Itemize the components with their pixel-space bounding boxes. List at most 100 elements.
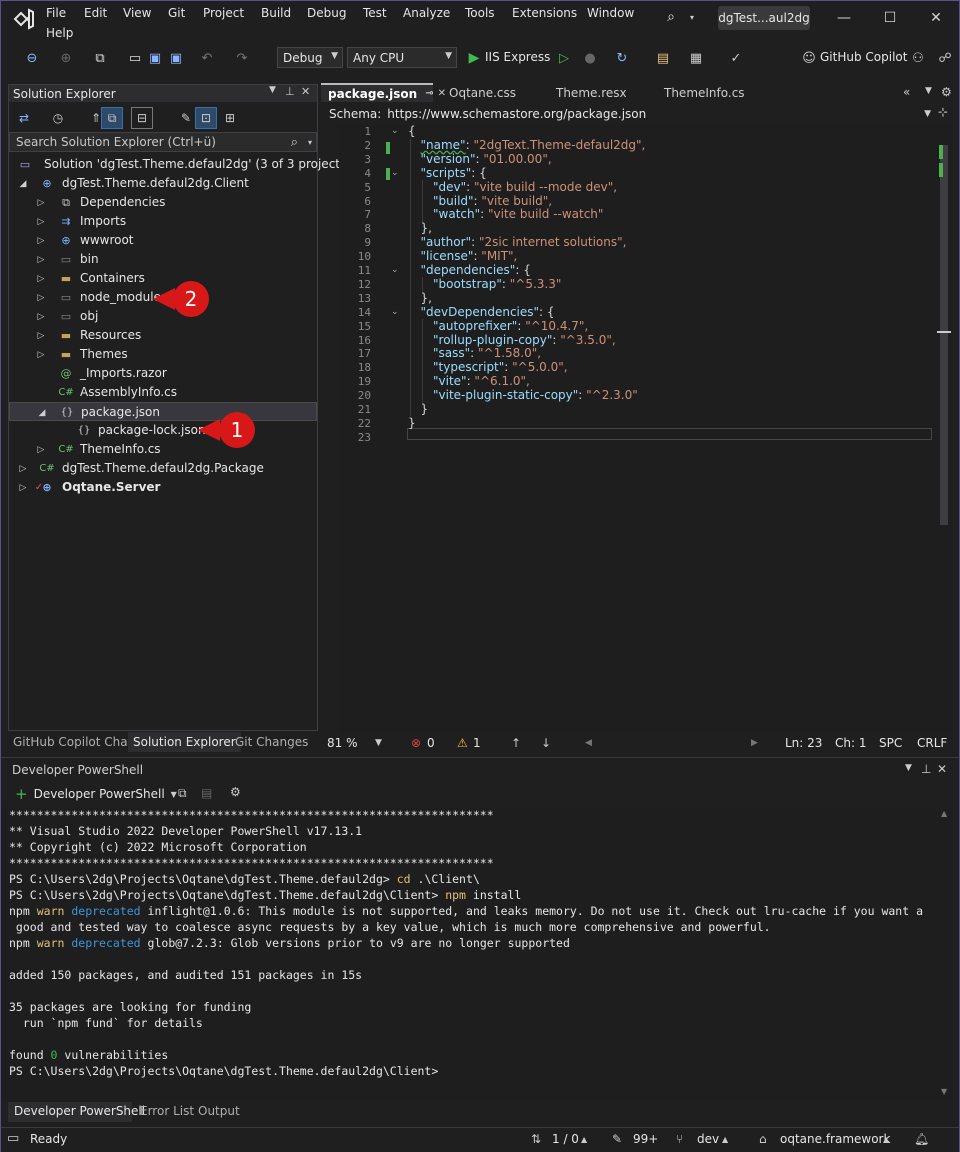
tab-developer-powershell[interactable]: Developer PowerShell <box>14 1104 145 1118</box>
collapse-icon[interactable]: ▷ <box>36 212 46 231</box>
chevron-down-icon[interactable]: ▾ <box>687 9 697 25</box>
whitespace-mode[interactable]: SPC <box>879 736 902 750</box>
menu-view[interactable]: View <box>123 6 151 20</box>
warning-icon[interactable]: ⚠ <box>457 736 468 750</box>
chevron-down-icon[interactable]: ▼ <box>905 763 912 773</box>
spellcheck-icon[interactable]: ✓ <box>727 49 745 67</box>
collapse-icon[interactable]: ▷ <box>36 326 46 345</box>
chevron-down-icon[interactable]: ▼ <box>924 109 931 119</box>
line-number[interactable]: Ln: 23 <box>785 736 822 750</box>
menu-analyze[interactable]: Analyze <box>403 6 450 20</box>
close-icon[interactable]: ✕ <box>301 85 310 98</box>
collapse-icon[interactable]: ▷ <box>36 345 46 364</box>
tab-package-json[interactable]: package.json ⊸ ✕ <box>321 83 446 102</box>
pin-icon[interactable]: ⊥ <box>921 762 931 776</box>
filter-icon[interactable]: ⊟ <box>131 107 153 129</box>
chevron-up-icon[interactable]: ▲ <box>581 1135 587 1144</box>
menu-tools[interactable]: Tools <box>465 6 495 20</box>
arrow-down-icon[interactable]: ↓ <box>541 736 551 750</box>
tree-item-containers[interactable]: ▷ ▬ Containers <box>9 269 317 288</box>
feedback-icon[interactable]: ☍ <box>936 49 954 67</box>
tab-oqtane-css[interactable]: Oqtane.css <box>442 83 516 102</box>
open-icon[interactable]: ▭ <box>126 49 144 67</box>
tree-server-project[interactable]: ▷ ✓ ⊕ Oqtane.Server <box>9 478 317 497</box>
fold-icon[interactable]: ⌄ <box>391 167 399 181</box>
tree-item-wwwroot[interactable]: ▷ ⊕ wwwroot <box>9 231 317 250</box>
tree-item-package-lock-json[interactable]: {} package-lock.json <box>9 421 317 440</box>
close-icon[interactable]: ✕ <box>937 762 947 776</box>
refresh-icon[interactable]: ↻ <box>613 49 631 67</box>
settings-icon[interactable]: ⚙ <box>230 785 241 799</box>
commit-count[interactable]: 1 / 0 <box>552 1132 579 1146</box>
fold-icon[interactable]: ⌄ <box>391 264 399 278</box>
pencil-icon[interactable]: ✎ <box>612 1132 622 1146</box>
menu-project[interactable]: Project <box>203 6 244 20</box>
tab-theme-resx[interactable]: Theme.resx <box>549 83 627 102</box>
save-all-icon[interactable]: ▣ <box>167 49 185 67</box>
menu-extensions[interactable]: Extensions <box>512 6 577 20</box>
notification-icon[interactable]: ▭ <box>7 1131 19 1146</box>
hot-reload-icon[interactable]: ● <box>581 49 599 67</box>
menu-build[interactable]: Build <box>261 6 291 20</box>
platform-dropdown[interactable]: Any CPU ▼ <box>347 47 457 68</box>
pending-changes[interactable]: 99+ <box>633 1132 658 1146</box>
diagram-icon[interactable]: ⊞ <box>221 109 239 127</box>
repository-name[interactable]: oqtane.framework <box>780 1132 890 1146</box>
collapse-icon[interactable]: ▷ <box>18 478 28 497</box>
solution-name-badge[interactable]: dgTest...aul2dg <box>718 6 810 30</box>
line-ending[interactable]: CRLF <box>917 736 947 750</box>
tab-themeinfo-cs[interactable]: ThemeInfo.cs <box>657 83 745 102</box>
chevron-down-icon[interactable]: ▼ <box>375 738 382 748</box>
collapse-icon[interactable]: ▷ <box>36 288 46 307</box>
tree-item-themeinfo[interactable]: ▷ C# ThemeInfo.cs <box>9 440 317 459</box>
warning-count[interactable]: 1 <box>473 736 481 750</box>
scroll-tabs-icon[interactable]: « <box>903 85 910 99</box>
wrench-icon[interactable]: ✎ <box>177 109 195 127</box>
fold-icon[interactable]: ⌄ <box>391 125 399 139</box>
repository-icon[interactable]: ⌂ <box>759 1132 767 1146</box>
solution-search-input[interactable]: Search Solution Explorer (Ctrl+ü) ⌕ ▾ <box>9 132 317 152</box>
tree-solution[interactable]: ▭ Solution 'dgTest.Theme.defaul2dg' (3 o… <box>9 155 351 174</box>
tab-solution-explorer[interactable]: Solution Explorer <box>128 732 241 752</box>
scroll-left-icon[interactable]: ◀ <box>585 738 592 748</box>
chevron-down-icon[interactable]: ▼ <box>269 85 276 95</box>
tree-item-imports[interactable]: ▷ ⇉ Imports <box>9 212 317 231</box>
tab-git-changes[interactable]: Git Changes <box>230 732 313 752</box>
tab-error-list[interactable]: Error List <box>140 1104 194 1118</box>
chevron-down-icon[interactable]: ▼ <box>925 86 932 96</box>
menu-test[interactable]: Test <box>363 6 387 20</box>
editor-scrollbar[interactable] <box>937 125 951 733</box>
close-window-button[interactable]: ✕ <box>921 7 951 29</box>
collapse-icon[interactable]: ▷ <box>36 440 46 459</box>
forward-icon[interactable]: ⊕ <box>57 49 75 67</box>
bell-icon[interactable]: 🔔︎ <box>914 1132 929 1146</box>
chevron-up-icon[interactable]: ▲ <box>722 1135 728 1144</box>
tab-output[interactable]: Output <box>198 1104 240 1118</box>
run-target-label[interactable]: IIS Express <box>485 50 550 64</box>
collapse-icon[interactable]: ▷ <box>36 250 46 269</box>
save-icon[interactable]: ▣ <box>146 49 164 67</box>
search-icon[interactable]: ⌕ <box>661 7 681 27</box>
tree-item-resources[interactable]: ▷ ▬ Resources <box>9 326 317 345</box>
collapse-icon[interactable]: ▷ <box>36 193 46 212</box>
fold-icon[interactable]: ⌄ <box>391 306 399 320</box>
collapse-icon[interactable]: ▷ <box>36 269 46 288</box>
history-icon[interactable]: ◷ <box>49 109 67 127</box>
menu-window[interactable]: Window <box>587 6 634 20</box>
branch-name[interactable]: dev <box>697 1132 719 1146</box>
pin-icon[interactable]: ⊸ <box>425 88 433 99</box>
settings-icon[interactable]: ⚙ <box>941 85 952 99</box>
chevron-up-icon[interactable]: ▲ <box>883 1135 889 1144</box>
copilot-icon[interactable]: ☺ <box>800 49 818 67</box>
expand-icon[interactable]: ◢ <box>18 174 28 193</box>
error-count[interactable]: 0 <box>427 736 435 750</box>
menu-edit[interactable]: Edit <box>84 6 107 20</box>
collapse-icon[interactable]: ▷ <box>36 231 46 250</box>
tree-item-assemblyinfo[interactable]: C# AssemblyInfo.cs <box>9 383 317 402</box>
tab-github-copilot-chat[interactable]: GitHub Copilot Chat <box>8 732 137 752</box>
column-number[interactable]: Ch: 1 <box>835 736 866 750</box>
menu-debug[interactable]: Debug <box>307 6 346 20</box>
tree-item-themes[interactable]: ▷ ▬ Themes <box>9 345 317 364</box>
tree-item-package-json[interactable]: ◢ {} package.json <box>9 402 317 421</box>
error-icon[interactable]: ⊗ <box>411 736 421 750</box>
